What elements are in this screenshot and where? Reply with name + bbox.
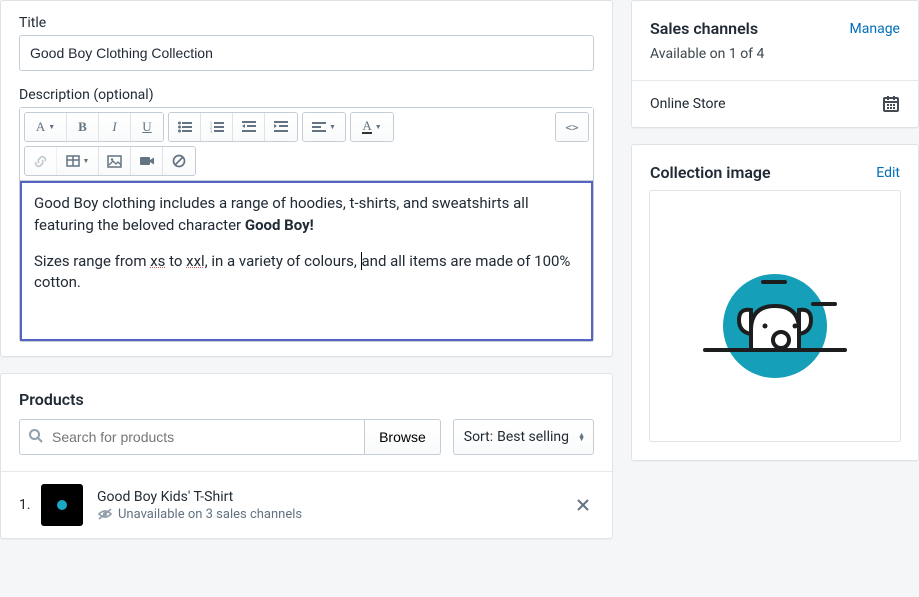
product-index: 1. (19, 497, 41, 513)
sales-channels-availability: Available on 1 of 4 (632, 46, 918, 80)
hidden-icon (97, 507, 113, 521)
remove-product-button[interactable] (572, 494, 594, 516)
video-button[interactable] (131, 147, 163, 175)
text-color-dropdown[interactable]: A▼ (351, 113, 393, 141)
bullet-list-button[interactable] (169, 113, 201, 141)
format-font-dropdown[interactable]: A▼ (25, 113, 67, 141)
italic-button[interactable]: I (99, 113, 131, 141)
title-label: Title (19, 15, 594, 31)
collection-image-preview (649, 190, 901, 442)
code-view-button[interactable]: <> (556, 113, 588, 141)
underline-button[interactable]: U (131, 113, 163, 141)
description-label: Description (optional) (19, 87, 594, 103)
desc-p2-b: to (165, 252, 186, 270)
desc-p2-c: , in a variety of colours, (205, 252, 361, 270)
svg-text:3: 3 (210, 129, 212, 134)
calendar-icon[interactable] (882, 95, 900, 113)
sort-dropdown[interactable]: Sort: Best selling ▲▼ (453, 419, 594, 455)
chevron-updown-icon: ▲▼ (578, 433, 585, 441)
sort-prefix: Sort: (464, 429, 493, 445)
browse-button[interactable]: Browse (364, 419, 441, 455)
link-button[interactable] (25, 147, 57, 175)
align-dropdown[interactable]: ▼ (303, 113, 345, 141)
desc-p2-xs: xs (150, 252, 165, 270)
collection-image-heading: Collection image (650, 163, 771, 182)
product-name: Good Boy Kids' T-Shirt (97, 489, 572, 505)
search-icon (28, 428, 44, 444)
image-button[interactable] (99, 147, 131, 175)
desc-p1-bold: Good Boy! (245, 216, 314, 234)
bold-button[interactable]: B (67, 113, 99, 141)
clear-format-button[interactable] (163, 147, 195, 175)
sort-value: Best selling (497, 429, 569, 445)
outdent-button[interactable] (233, 113, 265, 141)
products-heading: Products (1, 374, 612, 419)
manage-link[interactable]: Manage (850, 21, 900, 37)
table-dropdown[interactable]: ▼ (57, 147, 99, 175)
description-editor[interactable]: Good Boy clothing includes a range of ho… (20, 181, 593, 341)
product-subtext: Unavailable on 3 sales channels (118, 507, 302, 522)
numbered-list-button[interactable]: 123 (201, 113, 233, 141)
title-input[interactable] (19, 35, 594, 71)
sales-channels-heading: Sales channels (650, 19, 758, 38)
edit-image-link[interactable]: Edit (876, 165, 900, 181)
product-row: 1. Good Boy Kids' T-Shirt Unavailable on… (1, 471, 612, 538)
online-store-label: Online Store (650, 96, 726, 112)
desc-p2-xxl: xxl (186, 252, 205, 270)
product-thumbnail (41, 484, 83, 526)
desc-p2-a: Sizes range from (34, 252, 150, 270)
editor-toolbar: A▼ B I U 123 ▼ (20, 108, 593, 181)
indent-button[interactable] (265, 113, 297, 141)
product-search-input[interactable] (19, 419, 364, 455)
